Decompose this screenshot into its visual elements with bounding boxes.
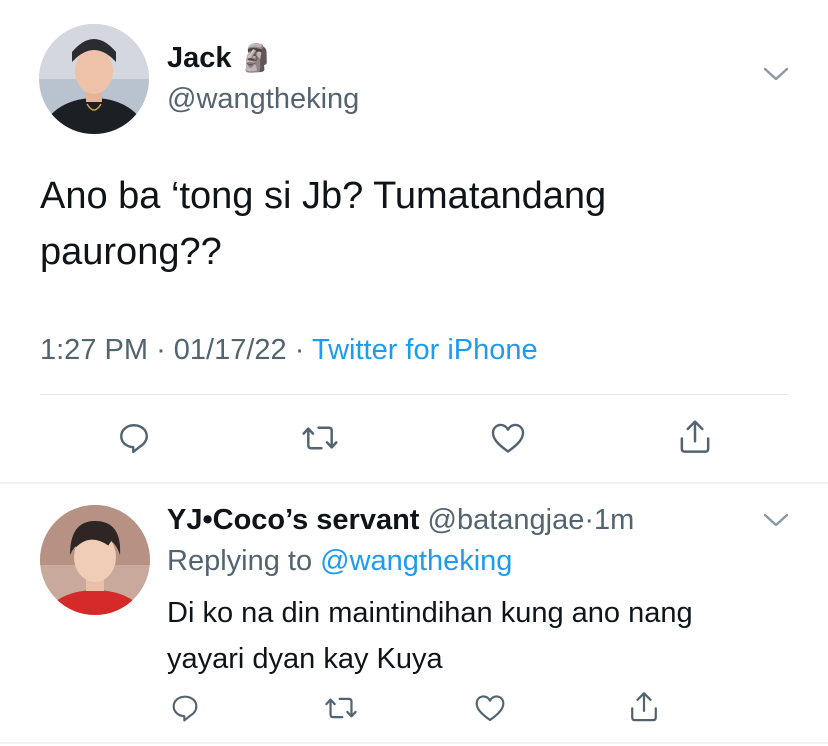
author-display-name[interactable]: Jack <box>167 42 232 74</box>
moai-emoji: 🗿 <box>239 43 274 73</box>
reply-text: Di ko na din maintindihan kung ano nang … <box>167 590 693 682</box>
author-handle[interactable]: @wangtheking <box>167 83 359 116</box>
reply-menu-button[interactable] <box>763 512 789 533</box>
section-separator <box>0 742 828 744</box>
reply-author-name[interactable]: YJ•Coco’s servant <box>167 504 419 536</box>
chevron-down-icon <box>763 513 789 527</box>
retweet-button[interactable] <box>300 418 340 458</box>
tweet-text-line: paurong?? <box>40 231 222 273</box>
heart-icon <box>491 423 525 453</box>
reply-author-avatar[interactable] <box>40 505 150 615</box>
reply-header: YJ•Coco’s servant @batangjae·1m <box>167 504 634 537</box>
share-icon <box>680 420 710 453</box>
replying-to-label: Replying to <box>167 545 313 577</box>
replying-to-handle-link[interactable]: @wangtheking <box>320 545 512 577</box>
author-avatar[interactable] <box>39 24 149 134</box>
comment-icon <box>120 424 148 454</box>
tweet-text-line: Ano ba ‘tong si Jb? Tumatandang <box>40 175 607 217</box>
reply-author-handle[interactable]: @batangjae <box>428 504 585 536</box>
chevron-down-icon <box>763 67 789 81</box>
author-name[interactable]: Jack 🗿 <box>167 42 273 75</box>
meta-separator: · <box>294 334 305 366</box>
reply-like-button[interactable] <box>472 690 508 726</box>
share-icon <box>631 692 657 722</box>
reply-text-line: yayari dyan kay Kuya <box>167 643 443 675</box>
tweet-source-link[interactable]: Twitter for iPhone <box>312 334 538 366</box>
meta-separator: · <box>156 334 166 366</box>
tweet-time[interactable]: 1:27 PM <box>40 334 148 366</box>
reply-time[interactable]: 1m <box>594 504 634 536</box>
meta-separator: · <box>584 504 595 536</box>
tweet-text: Ano ba ‘tong si Jb? Tumatandang paurong?… <box>40 168 606 280</box>
like-button[interactable] <box>488 418 528 458</box>
replying-to: Replying to @wangtheking <box>167 545 512 578</box>
tweet-menu-button[interactable] <box>763 66 789 87</box>
reply-button[interactable] <box>114 418 154 458</box>
retweet-icon <box>325 697 357 719</box>
divider <box>40 394 788 395</box>
section-separator <box>0 482 828 484</box>
tweet-date[interactable]: 01/17/22 <box>174 334 287 366</box>
reply-text-line: Di ko na din maintindihan kung ano nang <box>167 597 693 629</box>
tweet-meta: 1:27 PM · 01/17/22 · Twitter for iPhone <box>40 334 538 367</box>
heart-icon <box>475 695 505 722</box>
retweet-icon <box>302 426 338 450</box>
reply-retweet-button[interactable] <box>322 690 360 726</box>
comment-icon <box>172 695 198 722</box>
share-button[interactable] <box>675 416 715 458</box>
reply-reply-button[interactable] <box>167 690 203 726</box>
reply-share-button[interactable] <box>626 688 662 726</box>
